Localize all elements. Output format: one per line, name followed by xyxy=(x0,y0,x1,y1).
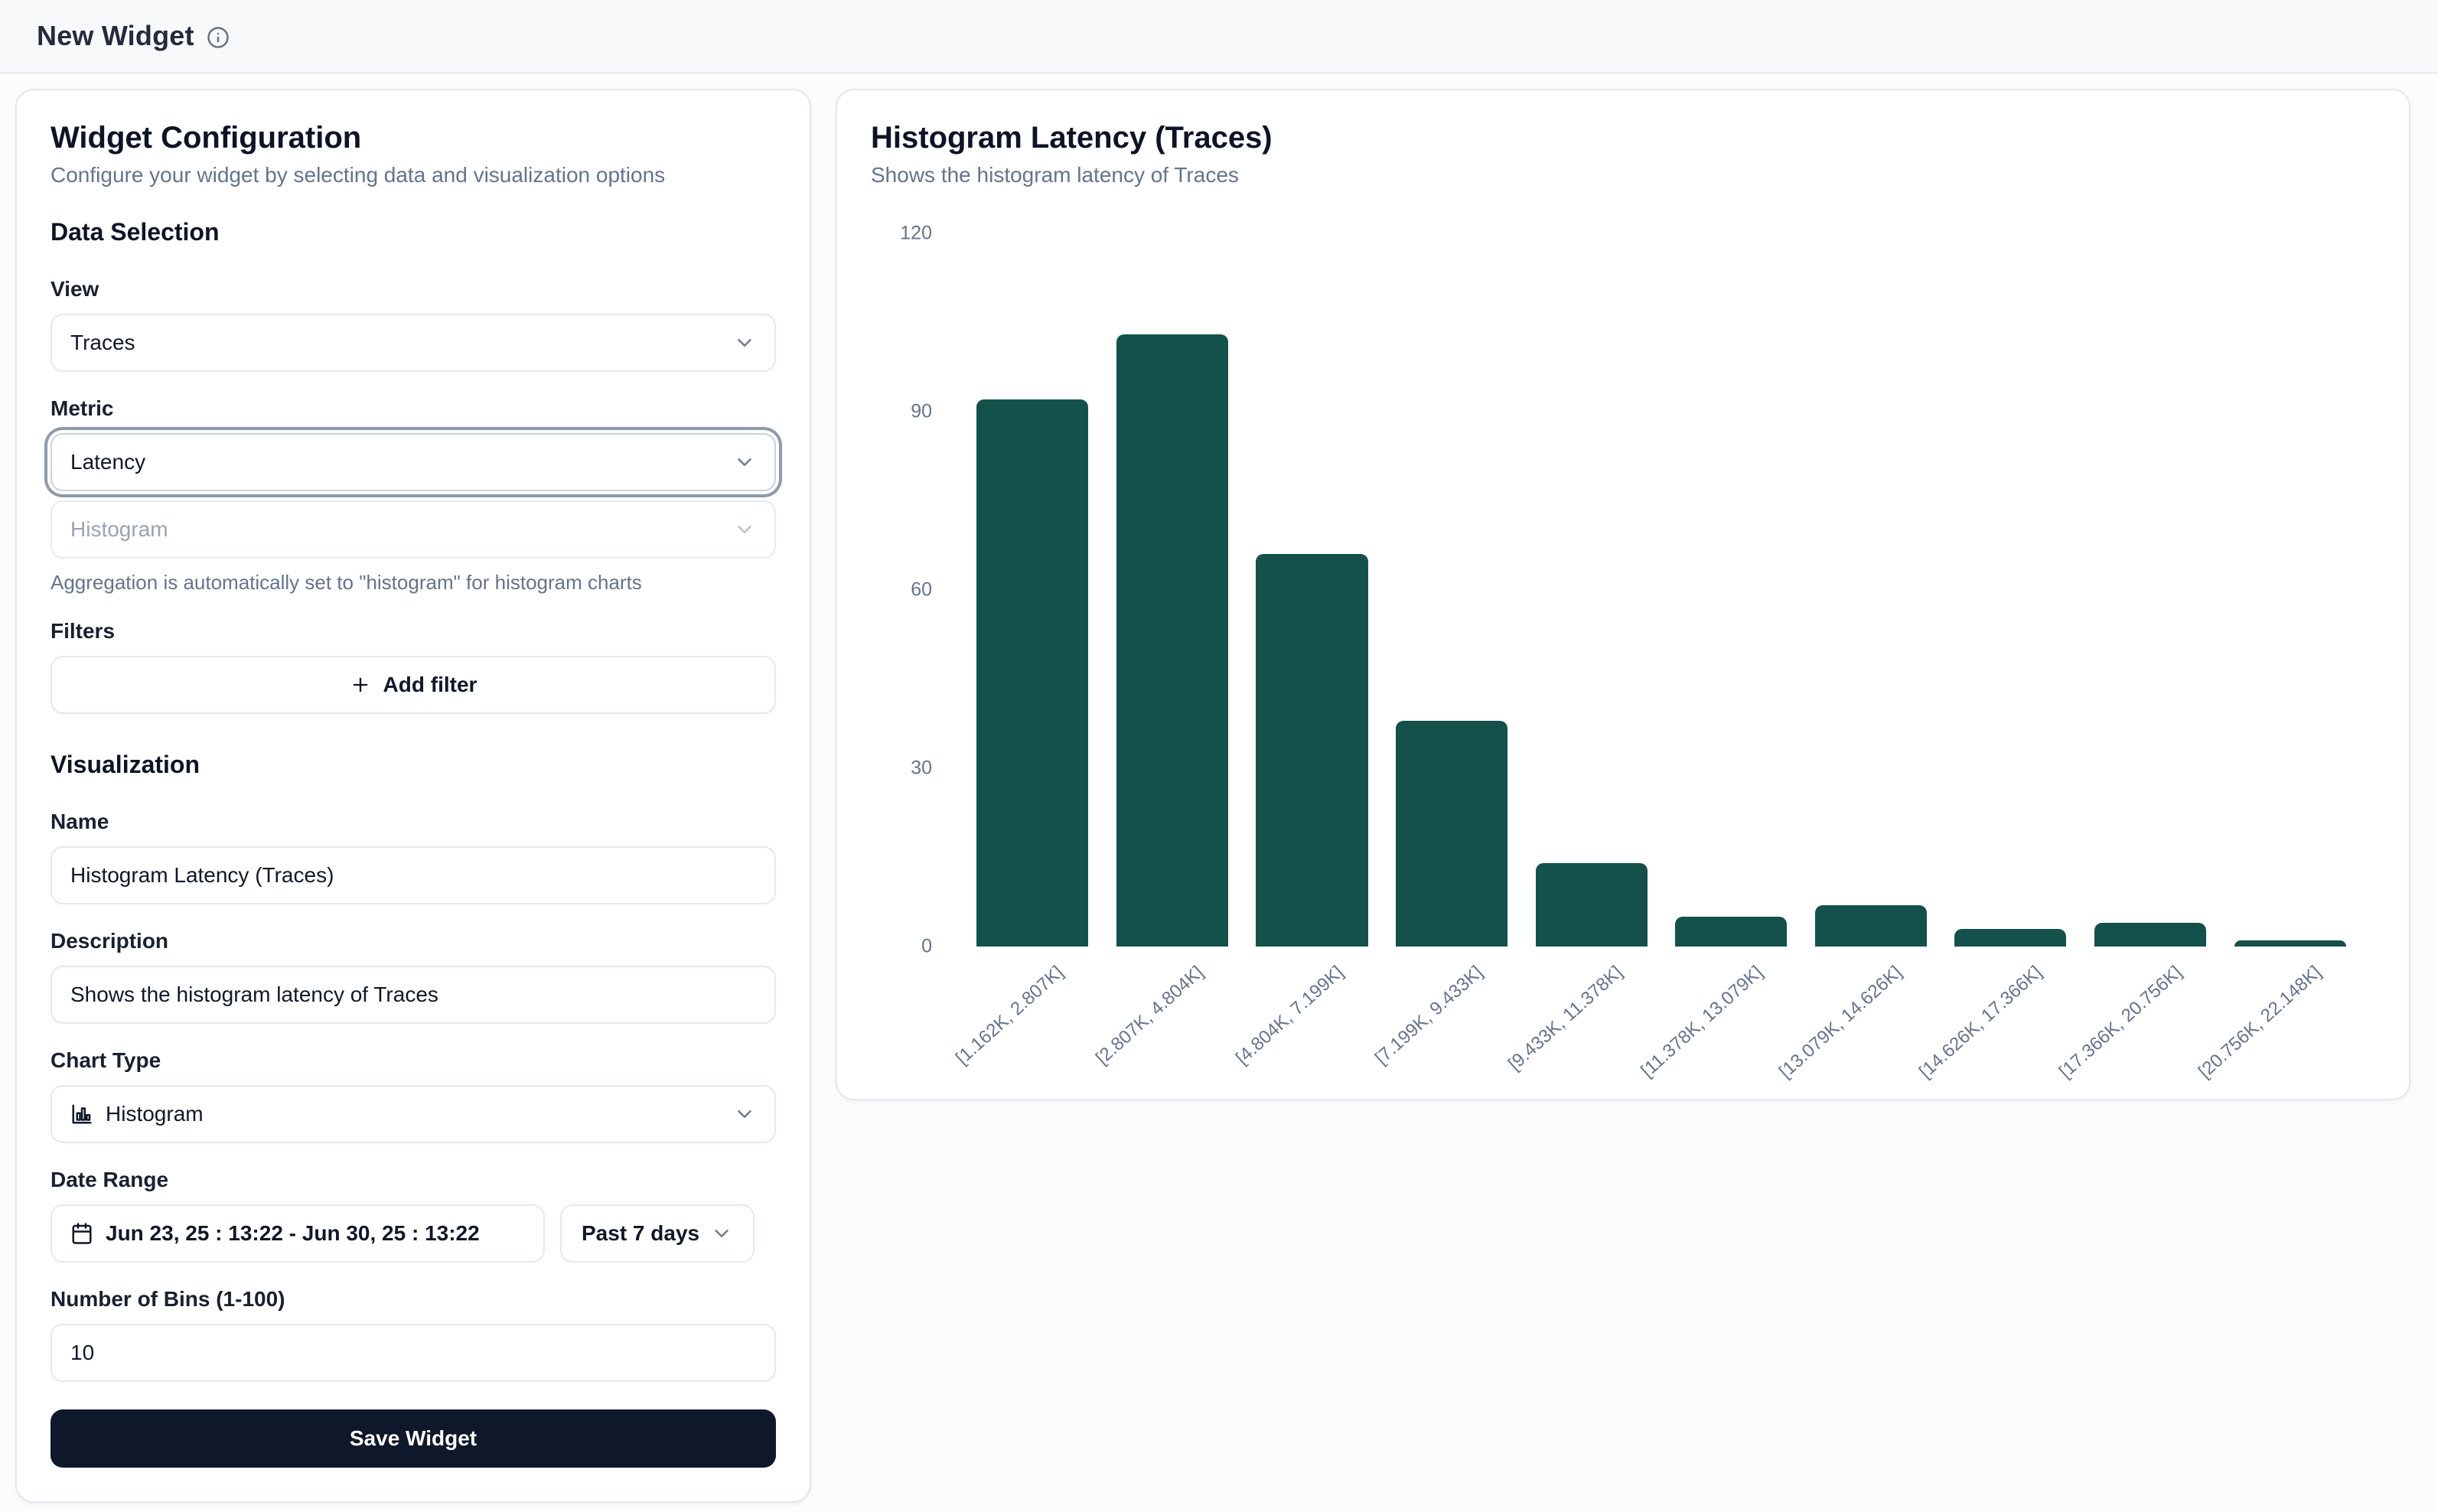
info-icon[interactable] xyxy=(207,26,230,49)
preview-card-title: Histogram Latency (Traces) xyxy=(871,121,2375,155)
widget-preview-card: Histogram Latency (Traces) Shows the his… xyxy=(836,89,2410,1100)
x-tick-label: [13.079K, 14.626K] xyxy=(1775,962,1906,1083)
date-range-field: Date Range Jun 23, 25 : 13:22 - Jun 30, … xyxy=(51,1168,776,1263)
chevron-down-icon xyxy=(733,518,756,541)
bar-slot xyxy=(1661,233,1801,947)
y-tick-label: 30 xyxy=(911,758,932,780)
chevron-down-icon xyxy=(733,1103,756,1126)
y-tick-label: 0 xyxy=(921,936,932,958)
chart-type-select-value: Histogram xyxy=(106,1102,204,1126)
calendar-icon xyxy=(70,1222,93,1245)
bins-field: Number of Bins (1-100) 10 xyxy=(51,1287,776,1382)
x-tick-label: [9.433K, 11.378K] xyxy=(1504,962,1627,1075)
histogram-bar[interactable] xyxy=(1536,863,1648,947)
aggregation-note: Aggregation is automatically set to "his… xyxy=(51,571,776,595)
chevron-down-icon xyxy=(733,331,756,354)
plus-icon xyxy=(350,674,371,696)
metric-select[interactable]: Latency xyxy=(51,433,776,491)
add-filter-button[interactable]: Add filter xyxy=(51,656,776,714)
description-input[interactable]: Shows the histogram latency of Traces xyxy=(51,966,776,1024)
x-tick-label: [14.626K, 17.366K] xyxy=(1915,962,2046,1083)
date-range-value: Jun 23, 25 : 13:22 - Jun 30, 25 : 13:22 xyxy=(106,1221,480,1246)
histogram-bar[interactable] xyxy=(1815,905,1927,947)
filters-field: Filters Add filter xyxy=(51,619,776,714)
chart-type-label: Chart Type xyxy=(51,1048,776,1073)
main-content: Widget Configuration Configure your widg… xyxy=(0,73,2438,1512)
save-widget-button[interactable]: Save Widget xyxy=(51,1409,776,1468)
chart-type-select[interactable]: Histogram xyxy=(51,1085,776,1143)
x-tick-label: [7.199K, 9.433K] xyxy=(1371,962,1488,1069)
config-card-title: Widget Configuration xyxy=(51,121,776,155)
view-select[interactable]: Traces xyxy=(51,314,776,372)
preview-card-subtitle: Shows the histogram latency of Traces xyxy=(871,163,2375,187)
x-tick-label: [17.366K, 20.756K] xyxy=(2055,962,2185,1083)
date-range-button[interactable]: Jun 23, 25 : 13:22 - Jun 30, 25 : 13:22 xyxy=(51,1204,545,1263)
bar-slot xyxy=(1521,233,1661,947)
histogram-bar[interactable] xyxy=(1116,334,1228,947)
bins-label: Number of Bins (1-100) xyxy=(51,1287,776,1312)
app-window: New Widget Widget Configuration Configur… xyxy=(0,0,2438,1512)
metric-label: Metric xyxy=(51,396,776,421)
bar-slot xyxy=(1941,233,2081,947)
y-tick-label: 60 xyxy=(911,579,932,601)
date-range-label: Date Range xyxy=(51,1168,776,1192)
histogram-chart: 0306090120 [1.162K, 2.807K][2.807K, 4.80… xyxy=(871,233,2375,1067)
filters-label: Filters xyxy=(51,619,776,644)
histogram-bar[interactable] xyxy=(1256,554,1367,947)
bar-slot xyxy=(2081,233,2221,947)
data-selection-heading: Data Selection xyxy=(51,218,776,246)
config-card-subtitle: Configure your widget by selecting data … xyxy=(51,163,776,187)
plot-area: [1.162K, 2.807K][2.807K, 4.804K][4.804K,… xyxy=(963,233,2360,947)
metric-select-value: Latency xyxy=(70,450,145,474)
bins-input-value: 10 xyxy=(70,1341,94,1365)
name-input-value: Histogram Latency (Traces) xyxy=(70,863,334,888)
add-filter-label: Add filter xyxy=(383,673,477,697)
x-tick-label: [11.378K, 13.079K] xyxy=(1637,962,1767,1082)
bar-slot xyxy=(2220,233,2360,947)
bar-slot xyxy=(1103,233,1243,947)
view-label: View xyxy=(51,277,776,301)
description-label: Description xyxy=(51,929,776,953)
view-field: View Traces xyxy=(51,277,776,372)
bar-slot xyxy=(1382,233,1522,947)
x-tick-label: [4.804K, 7.199K] xyxy=(1232,962,1348,1069)
x-tick-label: [1.162K, 2.807K] xyxy=(952,962,1068,1069)
x-tick-label: [20.756K, 22.148K] xyxy=(2195,962,2326,1083)
bar-slot xyxy=(963,233,1103,947)
date-preset-select[interactable]: Past 7 days xyxy=(560,1204,755,1263)
name-label: Name xyxy=(51,810,776,834)
bins-input[interactable]: 10 xyxy=(51,1324,776,1382)
chevron-down-icon xyxy=(710,1222,733,1245)
y-tick-label: 120 xyxy=(900,223,932,245)
visualization-heading: Visualization xyxy=(51,751,776,779)
histogram-bar[interactable] xyxy=(1675,917,1787,947)
histogram-bar[interactable] xyxy=(976,399,1088,947)
y-tick-label: 90 xyxy=(911,401,932,423)
histogram-bar[interactable] xyxy=(1396,721,1507,947)
bars-container xyxy=(963,233,2360,947)
name-input[interactable]: Histogram Latency (Traces) xyxy=(51,846,776,904)
histogram-bar[interactable] xyxy=(2234,940,2346,947)
histogram-bar[interactable] xyxy=(1954,929,2066,947)
date-preset-value: Past 7 days xyxy=(582,1221,699,1246)
chevron-down-icon xyxy=(733,451,756,474)
y-axis: 0306090120 xyxy=(871,233,944,947)
page-header: New Widget xyxy=(0,0,2438,73)
bar-chart-icon xyxy=(70,1103,93,1126)
description-field: Description Shows the histogram latency … xyxy=(51,929,776,1024)
name-field: Name Histogram Latency (Traces) xyxy=(51,810,776,904)
widget-configuration-card: Widget Configuration Configure your widg… xyxy=(15,89,811,1503)
metric-field: Metric Latency Histogram Aggregation is … xyxy=(51,396,776,595)
aggregation-select: Histogram xyxy=(51,500,776,559)
histogram-bar[interactable] xyxy=(2094,923,2206,947)
description-input-value: Shows the histogram latency of Traces xyxy=(70,982,438,1007)
x-tick-label: [2.807K, 4.804K] xyxy=(1092,962,1208,1069)
page-title: New Widget xyxy=(37,20,194,52)
bar-slot xyxy=(1801,233,1941,947)
bar-slot xyxy=(1242,233,1382,947)
chart-type-field: Chart Type Histogram xyxy=(51,1048,776,1143)
aggregation-select-value: Histogram xyxy=(70,517,168,542)
view-select-value: Traces xyxy=(70,331,135,355)
